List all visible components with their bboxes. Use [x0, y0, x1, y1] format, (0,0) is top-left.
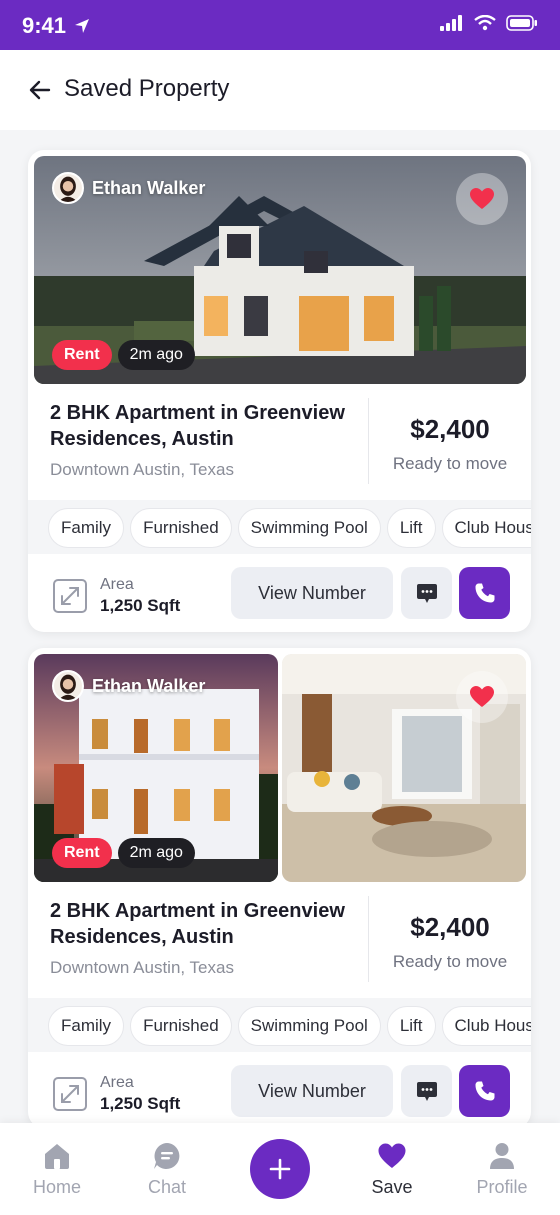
avatar [52, 670, 84, 702]
amenity-tag[interactable]: Lift [386, 1006, 436, 1046]
property-info[interactable]: 2 BHK Apartment in Greenview Residences,… [28, 398, 531, 494]
bottom-nav: Home Chat Save Profile [0, 1123, 560, 1215]
area-label: Area [100, 576, 134, 593]
message-button[interactable] [401, 567, 452, 619]
page-title: Saved Property [64, 75, 230, 102]
posted-time-badge: 2m ago [117, 340, 195, 370]
phone-icon [475, 1081, 494, 1101]
amenity-tag[interactable]: Swimming Pool [237, 508, 381, 548]
availability-status: Ready to move [392, 454, 508, 473]
agent-name: Ethan Walker [92, 675, 206, 696]
clock-text: 9:41 [22, 13, 67, 38]
rent-badge: Rent [52, 838, 112, 868]
property-card[interactable]: Ethan Walker Rent 2m ago 2 BHK Apartment… [28, 150, 531, 632]
heart-icon [470, 686, 494, 707]
amenity-tag[interactable]: Lift [386, 508, 436, 548]
area-value: 1,250 Sqft [100, 1094, 181, 1113]
nav-item-profile[interactable]: Profile [457, 1141, 547, 1198]
property-photos[interactable]: Ethan Walker Rent 2m ago [34, 654, 526, 882]
nav-item-chat[interactable]: Chat [122, 1141, 212, 1198]
message-icon [416, 584, 437, 603]
nav-label-chat: Chat [147, 1177, 187, 1197]
nav-item-home[interactable]: Home [12, 1141, 102, 1198]
expand-area-icon [53, 579, 87, 613]
card-actions: Area 1,250 Sqft View Number [28, 1052, 531, 1128]
amenity-tag[interactable]: Furnished [130, 508, 232, 548]
listing-badges: Rent 2m ago [52, 838, 195, 868]
status-icons [440, 15, 538, 31]
call-button[interactable] [459, 1065, 510, 1117]
wifi-icon [474, 15, 496, 31]
rent-badge: Rent [52, 340, 112, 370]
status-bar: 9:41 [0, 0, 560, 50]
amenity-tag[interactable]: Club House [441, 508, 531, 548]
expand-area-icon [53, 1077, 87, 1111]
nav-label-profile: Profile [476, 1177, 528, 1197]
amenity-tag[interactable]: Family [48, 508, 125, 548]
property-location: Downtown Austin, Texas [50, 460, 234, 479]
favorite-button[interactable] [456, 671, 508, 723]
call-button[interactable] [459, 567, 510, 619]
property-price: $2,400 [410, 912, 490, 942]
agent-info[interactable]: Ethan Walker [52, 172, 205, 204]
agent-name: Ethan Walker [92, 177, 206, 198]
listing-badges: Rent 2m ago [52, 340, 195, 370]
property-location: Downtown Austin, Texas [50, 958, 234, 977]
view-number-button[interactable]: View Number [231, 567, 393, 619]
card-actions: Area 1,250 Sqft View Number [28, 554, 531, 632]
amenity-tags: Family Furnished Swimming Pool Lift Club… [48, 508, 531, 548]
property-card[interactable]: Ethan Walker Rent 2m ago 2 BHK Apartment… [28, 648, 531, 1128]
posted-time-badge: 2m ago [117, 838, 195, 868]
heart-icon [470, 188, 494, 209]
property-price: $2,400 [410, 414, 490, 444]
arrow-left-icon[interactable] [26, 76, 54, 104]
amenity-tag[interactable]: Furnished [130, 1006, 232, 1046]
nav-item-save[interactable]: Save [347, 1141, 437, 1198]
area-value: 1,250 Sqft [100, 596, 181, 615]
nav-label-save: Save [371, 1177, 413, 1197]
property-photos[interactable]: Ethan Walker Rent 2m ago [34, 156, 526, 384]
location-arrow-icon [75, 19, 90, 33]
avatar [52, 172, 84, 204]
area-label: Area [100, 1074, 134, 1091]
availability-status: Ready to move [392, 952, 508, 971]
message-button[interactable] [401, 1065, 452, 1117]
plus-icon [269, 1158, 291, 1180]
property-title[interactable]: 2 BHK Apartment in Greenview Residences,… [50, 400, 370, 452]
message-icon [416, 1082, 437, 1101]
amenity-tag[interactable]: Swimming Pool [237, 1006, 381, 1046]
amenity-tag[interactable]: Family [48, 1006, 125, 1046]
phone-icon [475, 583, 494, 603]
status-time: 9:41 [22, 13, 90, 39]
signal-icon [440, 15, 462, 31]
amenity-tag[interactable]: Club House [441, 1006, 531, 1046]
nav-label-home: Home [32, 1177, 81, 1197]
header: Saved Property [0, 50, 560, 130]
chat-icon [154, 1143, 180, 1169]
amenity-tags: Family Furnished Swimming Pool Lift Club… [48, 1006, 531, 1046]
amenity-tags-row[interactable]: Family Furnished Swimming Pool Lift Club… [28, 500, 531, 554]
battery-icon [506, 15, 537, 31]
home-icon [45, 1144, 69, 1169]
heart-icon [378, 1143, 406, 1168]
amenity-tags-row[interactable]: Family Furnished Swimming Pool Lift Club… [28, 998, 531, 1052]
view-number-button[interactable]: View Number [231, 1065, 393, 1117]
profile-icon [490, 1143, 514, 1169]
property-title[interactable]: 2 BHK Apartment in Greenview Residences,… [50, 898, 370, 950]
favorite-button[interactable] [456, 173, 508, 225]
agent-info[interactable]: Ethan Walker [52, 670, 205, 702]
add-button[interactable] [250, 1139, 310, 1199]
property-info[interactable]: 2 BHK Apartment in Greenview Residences,… [28, 896, 531, 992]
